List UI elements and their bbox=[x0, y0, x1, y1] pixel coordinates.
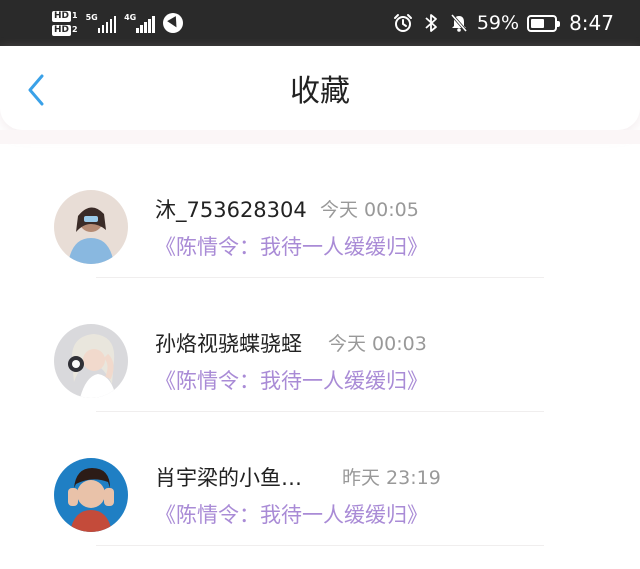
sim2-hd-indicator: HD 2 bbox=[52, 24, 78, 36]
status-bar: HD 1 HD 2 5G 4G 59% 8:47 bbox=[0, 0, 640, 46]
location-icon bbox=[162, 13, 183, 33]
sim1-number: 1 bbox=[72, 11, 78, 20]
status-bar-left: HD 1 HD 2 5G 4G bbox=[52, 6, 183, 40]
divider bbox=[96, 545, 544, 546]
page-title: 收藏 bbox=[290, 74, 350, 109]
header-separator bbox=[0, 130, 640, 144]
item-title[interactable]: 《陈情令：我待一人缓缓归》 bbox=[155, 500, 428, 530]
mute-bell-icon bbox=[449, 13, 469, 33]
item-name: 肖宇梁的小鱼… bbox=[155, 466, 302, 490]
battery-icon bbox=[527, 14, 561, 32]
item-time: 今天 00:05 bbox=[320, 199, 419, 221]
item-title[interactable]: 《陈情令：我待一人缓缓归》 bbox=[155, 366, 428, 396]
avatar bbox=[54, 458, 128, 532]
item-title[interactable]: 《陈情令：我待一人缓缓归》 bbox=[155, 232, 428, 262]
item-time: 昨天 23:19 bbox=[342, 467, 441, 489]
sim1-network-label: 5G bbox=[85, 13, 98, 22]
list-item[interactable]: 孙烙视骁蝶骁蛏 今天 00:03 《陈情令：我待一人缓缓归》 bbox=[0, 278, 640, 412]
battery-percent: 59% bbox=[476, 12, 520, 34]
item-name: 沐_753628304 bbox=[155, 198, 307, 222]
item-name: 孙烙视骁蝶骁蛏 bbox=[155, 332, 302, 356]
sim1-hd-label: HD bbox=[52, 10, 72, 22]
sim2-number: 2 bbox=[72, 25, 78, 34]
sim1-hd-indicator: HD 1 bbox=[52, 10, 78, 22]
list-item[interactable]: 沐_753628304 今天 00:05 《陈情令：我待一人缓缓归》 bbox=[0, 144, 640, 278]
avatar bbox=[54, 190, 128, 264]
avatar bbox=[54, 324, 128, 398]
item-time: 今天 00:03 bbox=[328, 333, 427, 355]
signal-icon-sim1: 5G bbox=[86, 13, 117, 33]
sim2-hd-label: HD bbox=[52, 24, 72, 36]
favorites-list: 沐_753628304 今天 00:05 《陈情令：我待一人缓缓归》 孙烙视骁蝶… bbox=[0, 144, 640, 546]
signal-icon-sim2: 4G bbox=[124, 13, 155, 33]
page-header: 收藏 bbox=[0, 46, 640, 130]
alarm-icon bbox=[393, 13, 413, 33]
bluetooth-icon bbox=[421, 13, 441, 33]
sim2-network-label: 4G bbox=[124, 13, 137, 22]
status-time: 8:47 bbox=[569, 11, 614, 35]
sim-indicators: HD 1 HD 2 bbox=[52, 10, 78, 36]
status-bar-right: 59% 8:47 bbox=[393, 0, 640, 46]
list-item[interactable]: 肖宇梁的小鱼… 昨天 23:19 《陈情令：我待一人缓缓归》 bbox=[0, 412, 640, 546]
